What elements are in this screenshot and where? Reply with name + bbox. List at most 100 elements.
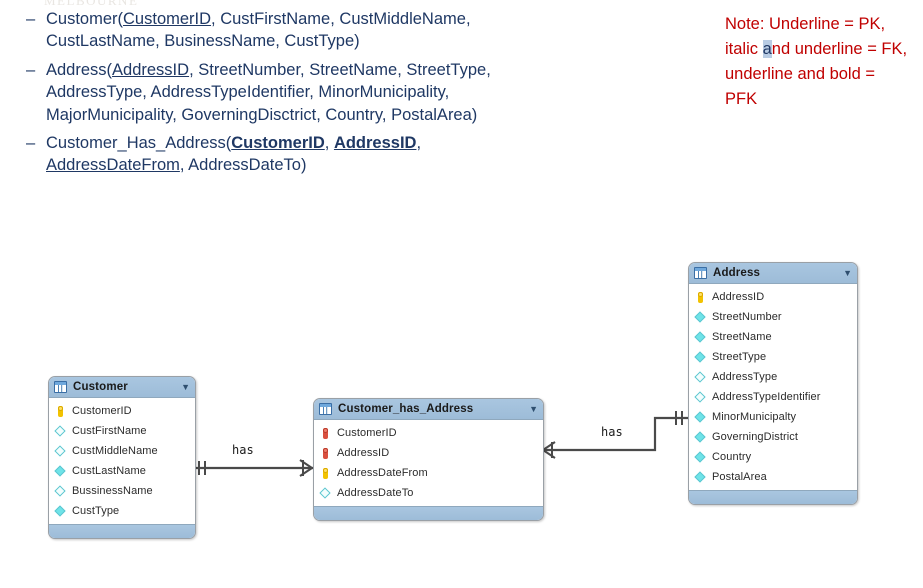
seg-pk: AddressDateFrom — [46, 156, 180, 175]
chevron-down-icon[interactable]: ▼ — [837, 268, 852, 278]
diamond-column-icon — [694, 310, 708, 324]
diamond-column-icon — [54, 444, 68, 458]
entity-customer-has-address-title: Customer_has_Address — [338, 403, 474, 415]
field-label: BussinessName — [72, 485, 153, 497]
diamond-column-icon — [694, 410, 708, 424]
key-fk-icon — [320, 447, 333, 460]
entity-address-title: Address — [713, 267, 761, 279]
seg: Address( — [46, 60, 113, 79]
field-label: AddressDateTo — [337, 487, 414, 499]
field-row[interactable]: BussinessName — [49, 481, 195, 501]
field-label: AddressType — [712, 371, 778, 383]
seg: Customer( — [46, 10, 124, 28]
chevron-down-icon[interactable]: ▼ — [523, 404, 538, 414]
field-row[interactable]: StreetName — [689, 327, 857, 347]
field-label: CustomerID — [72, 405, 132, 417]
schema-bullet-address: – Address(AddressID, StreetNumber, Stree… — [20, 59, 510, 126]
field-label: StreetName — [712, 331, 772, 343]
field-row[interactable]: AddressID — [689, 287, 857, 307]
diamond-column-icon — [319, 486, 333, 500]
entity-customer-has-address-fields: CustomerID AddressID AddressDateFrom Add… — [314, 420, 543, 506]
field-label: GoverningDistrict — [712, 431, 799, 443]
field-row[interactable]: AddressDateFrom — [314, 463, 543, 483]
field-row[interactable]: CustFirstName — [49, 421, 195, 441]
field-label: CustType — [72, 505, 120, 517]
diamond-column-icon — [694, 390, 708, 404]
diamond-column-icon — [54, 484, 68, 498]
field-label: PostalArea — [712, 471, 767, 483]
diamond-column-icon — [694, 330, 708, 344]
key-pk-icon — [695, 291, 708, 304]
schema-bullet-customer: – Customer(CustomerID, CustFirstName, Cu… — [20, 8, 510, 53]
diamond-column-icon — [54, 424, 68, 438]
schema-relation-customer-has-address: Customer_Has_Address(CustomerID, Address… — [46, 132, 510, 177]
key-pk-icon — [55, 405, 68, 418]
entity-address-fields: AddressID StreetNumber StreetName Street… — [689, 284, 857, 490]
table-icon — [319, 403, 332, 415]
field-label: AddressID — [337, 447, 390, 459]
entity-customer-title: Customer — [73, 381, 128, 393]
diamond-column-icon — [694, 350, 708, 364]
field-row[interactable]: PostalArea — [689, 467, 857, 487]
relationship-label-address-has: has — [601, 425, 623, 439]
field-label: MinorMunicipalty — [712, 411, 797, 423]
field-row[interactable]: AddressType — [689, 367, 857, 387]
field-row[interactable]: CustLastName — [49, 461, 195, 481]
entity-address-footer — [689, 490, 857, 504]
entity-customer-footer — [49, 524, 195, 538]
field-row[interactable]: Country — [689, 447, 857, 467]
field-label: AddressID — [712, 291, 765, 303]
field-row[interactable]: StreetType — [689, 347, 857, 367]
field-label: CustMiddleName — [72, 445, 158, 457]
schema-relation-address: Address(AddressID, StreetNumber, StreetN… — [46, 59, 510, 126]
relational-schema-list: – Customer(CustomerID, CustFirstName, Cu… — [20, 8, 510, 183]
seg: Customer_Has_Address( — [46, 134, 232, 153]
field-row[interactable]: AddressDateTo — [314, 483, 543, 503]
entity-customer[interactable]: Customer ▼ CustomerID CustFirstName Cust… — [48, 376, 196, 539]
entity-customer-fields: CustomerID CustFirstName CustMiddleName … — [49, 398, 195, 524]
field-row[interactable]: CustType — [49, 501, 195, 521]
note-highlighted-char: a — [762, 40, 772, 58]
seg-pk: CustomerID — [123, 10, 212, 28]
diamond-column-icon — [694, 430, 708, 444]
seg: , — [416, 134, 422, 153]
entity-customer-has-address-header[interactable]: Customer_has_Address ▼ — [314, 399, 543, 420]
field-label: AddressDateFrom — [337, 467, 428, 479]
field-row[interactable]: AddressTypeIdentifier — [689, 387, 857, 407]
field-row[interactable]: CustMiddleName — [49, 441, 195, 461]
seg-pfk: AddressID — [333, 134, 417, 153]
diamond-column-icon — [54, 464, 68, 478]
field-row[interactable]: MinorMunicipalty — [689, 407, 857, 427]
field-label: CustLastName — [72, 465, 146, 477]
seg-pk: AddressID — [112, 60, 190, 79]
field-label: CustomerID — [337, 427, 397, 439]
field-label: AddressTypeIdentifier — [712, 391, 821, 403]
seg: , — [324, 134, 334, 153]
entity-address[interactable]: Address ▼ AddressID StreetNumber StreetN… — [688, 262, 858, 505]
bullet-dash: – — [26, 134, 36, 153]
schema-bullet-customer-has-address: – Customer_Has_Address(CustomerID, Addre… — [20, 132, 510, 177]
diamond-column-icon — [54, 504, 68, 518]
relationship-label-customer-has: has — [232, 443, 254, 457]
field-row[interactable]: AddressID — [314, 443, 543, 463]
field-row[interactable]: GoverningDistrict — [689, 427, 857, 447]
diamond-column-icon — [694, 470, 708, 484]
bullet-dash: – — [26, 60, 36, 79]
key-pk-icon — [320, 467, 333, 480]
field-label: CustFirstName — [72, 425, 147, 437]
seg: , AddressDateTo) — [179, 156, 307, 175]
seg-pfk: CustomerID — [231, 134, 325, 153]
diamond-column-icon — [694, 450, 708, 464]
er-diagram: Customer_has_Address --> Address --> has… — [0, 240, 923, 588]
table-icon — [54, 381, 67, 393]
field-row[interactable]: StreetNumber — [689, 307, 857, 327]
field-row[interactable]: CustomerID — [314, 423, 543, 443]
field-label: StreetNumber — [712, 311, 782, 323]
key-fk-icon — [320, 427, 333, 440]
entity-customer-has-address[interactable]: Customer_has_Address ▼ CustomerID Addres… — [313, 398, 544, 521]
chevron-down-icon[interactable]: ▼ — [175, 382, 190, 392]
legend-note: Note: Underline = PK, italic and underli… — [725, 12, 910, 112]
field-row[interactable]: CustomerID — [49, 401, 195, 421]
entity-customer-header[interactable]: Customer ▼ — [49, 377, 195, 398]
entity-address-header[interactable]: Address ▼ — [689, 263, 857, 284]
